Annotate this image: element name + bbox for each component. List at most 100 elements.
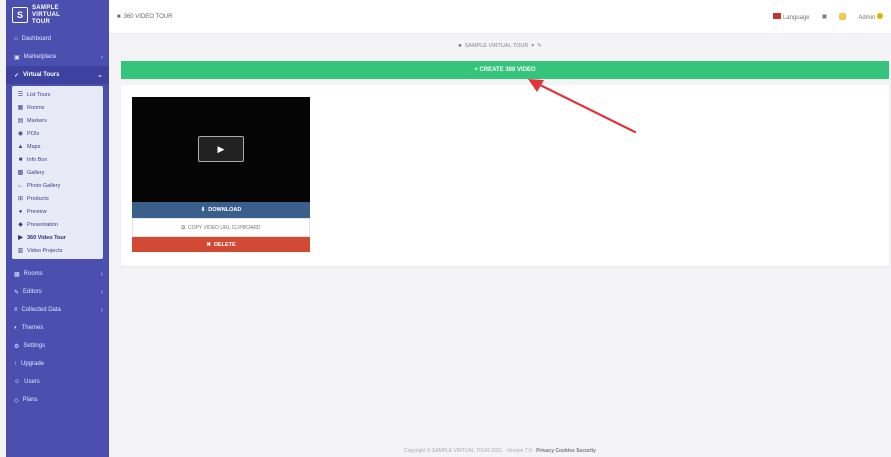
submenu-item-label: Rooms — [27, 104, 45, 111]
presentation-icon: ◆ — [18, 222, 23, 228]
sidebar-item-themes[interactable]: ◐ Themes — [6, 319, 109, 337]
sidebar-item-editors[interactable]: ✎ Editors › — [6, 283, 109, 301]
download-button[interactable]: ⬇ DOWNLOAD — [132, 202, 310, 218]
sidebar-item-label: Plans — [22, 397, 38, 403]
video-icon: ■ — [117, 13, 121, 20]
submenu-item-label: List Tours — [27, 91, 51, 98]
preview-icon: ● — [18, 208, 23, 215]
brand-name: SAMPLE VIRTUAL TOUR — [32, 5, 60, 26]
submenu-item-markers[interactable]: ▤ Markers — [12, 114, 103, 127]
brand-line-2: VIRTUAL — [32, 11, 61, 18]
brand-line-1: SAMPLE — [32, 4, 59, 11]
language-selector[interactable]: Language — [773, 12, 810, 21]
sidebar-item-label: Rooms — [23, 271, 43, 277]
sidebar-item-label: Themes — [21, 325, 44, 331]
footer-link-privacy[interactable]: Privacy — [536, 448, 554, 454]
brand-line-3: TOUR — [32, 18, 51, 25]
footer-link-cookies[interactable]: Cookies — [555, 448, 574, 454]
chevron-down-icon: ▾ — [531, 43, 535, 49]
sidebar-item-label: Virtual Tours — [23, 72, 60, 78]
sidebar-item-dashboard[interactable]: ⌂ Dashboard — [6, 30, 109, 48]
copy-url-button[interactable]: ⧉ COPY VIDEO URL CLIPBOARD — [132, 218, 310, 237]
submenu-item-preview[interactable]: ● Preview — [12, 205, 103, 218]
tour-selector-label: SAMPLE VIRTUAL TOUR — [464, 43, 529, 49]
page-title: ■ 360 VIDEO TOUR — [117, 14, 172, 20]
copy-url-label: COPY VIDEO URL CLIPBOARD — [188, 224, 261, 231]
marker-icon: ▤ — [17, 118, 24, 124]
play-button[interactable]: ▶ — [198, 136, 244, 162]
edit-icon: ✎ — [14, 289, 20, 296]
tour-selector[interactable]: ■ SAMPLE VIRTUAL TOUR ▾ ✎ — [109, 34, 891, 58]
sidebar-item-plans[interactable]: ◇ Plans — [6, 391, 109, 409]
top-bar-actions: Language ▣ Admin — [773, 12, 883, 21]
submenu-item-gallery[interactable]: ▩ Gallery — [12, 166, 103, 179]
footer: Copyright © SAMPLE VIRTUAL TOUR 2021 - V… — [109, 448, 891, 454]
sidebar-item-virtual-tours[interactable]: ✓ Virtual Tours ⌄ — [6, 66, 109, 84]
sidebar-item-rooms[interactable]: ▦ Rooms › — [6, 265, 109, 283]
delete-button[interactable]: ✖ DELETE — [132, 237, 310, 252]
notifications-icon[interactable]: ▣ — [822, 13, 828, 20]
chevron-right-icon: › — [100, 306, 103, 314]
play-icon: ▶ — [217, 143, 225, 154]
sidebar-item-settings[interactable]: ⚙ Settings — [6, 337, 109, 355]
submenu-item-products[interactable]: ⊞ Products — [12, 192, 103, 205]
theme-icon: ◐ — [14, 325, 18, 331]
sidebar-item-label: Marketplace — [23, 54, 57, 60]
submenu-item-list-tours[interactable]: ☰ List Tours — [12, 88, 103, 101]
copy-icon: ⧉ — [181, 224, 186, 231]
brand-logo: S — [12, 7, 28, 23]
plans-icon: ◇ — [14, 397, 19, 404]
submenu-item-rooms[interactable]: ▦ Rooms — [12, 101, 103, 114]
list-icon: ☰ — [17, 92, 24, 98]
submenu-item-label: Preview — [27, 208, 47, 215]
user-menu[interactable]: Admin — [858, 12, 883, 21]
sidebar-item-users[interactable]: ☺ Users — [6, 373, 109, 391]
upgrade-icon: ↑ — [14, 361, 17, 367]
sidebar-item-label: Upgrade — [21, 361, 45, 367]
sidebar-item-marketplace[interactable]: ▣ Marketplace › — [6, 48, 109, 66]
poi-icon: ◉ — [17, 131, 24, 137]
language-label: Language — [782, 14, 810, 21]
chevron-right-icon: › — [100, 288, 103, 296]
room-icon: ▦ — [17, 105, 24, 111]
submenu-item-pois[interactable]: ◉ POIs — [12, 127, 103, 140]
submenu-item-presentation[interactable]: ◆ Presentation — [12, 218, 103, 231]
video-icon: ▶ — [18, 235, 23, 241]
sidebar-item-collected-data[interactable]: ≡ Collected Data › — [6, 301, 109, 319]
submenu-item-video-projects[interactable]: ▥ Video Projects — [12, 244, 103, 257]
trash-icon: ✖ — [206, 241, 211, 248]
sidebar: S SAMPLE VIRTUAL TOUR ⌂ Dashboard ▣ Mark… — [6, 0, 109, 457]
sidebar-item-label: Collected Data — [21, 307, 61, 313]
create-360-video-button[interactable]: + CREATE 360 VIDEO — [121, 61, 889, 79]
submenu-item-info-box[interactable]: ■ Info Box — [12, 153, 103, 166]
photo-icon: ∟ — [17, 182, 24, 189]
submenu-item-label: Info Box — [27, 156, 48, 163]
submenu-item-label: Presentation — [27, 221, 58, 228]
submenu-item-label: POIs — [27, 130, 40, 137]
submenu-item-maps[interactable]: ▲ Maps — [12, 140, 103, 153]
virtual-tours-submenu: ☰ List Tours ▦ Rooms ▤ Markers ◉ POIs ▲ Maps … — [12, 86, 103, 259]
edit-icon[interactable]: ✎ — [537, 43, 542, 49]
sidebar-item-upgrade[interactable]: ↑ Upgrade — [6, 355, 109, 373]
flag-icon — [773, 12, 782, 19]
store-icon: ▣ — [14, 54, 20, 61]
chevron-right-icon: › — [100, 53, 103, 61]
video-tile: ▶ ⬇ DOWNLOAD ⧉ COPY VIDEO URL CLIPBOARD … — [132, 97, 310, 252]
video-player[interactable]: ▶ — [132, 97, 310, 202]
sidebar-item-label: Dashboard — [21, 36, 51, 42]
footer-link-security[interactable]: Security — [576, 448, 596, 454]
user-name: Admin — [858, 14, 876, 21]
video-list-card: ▶ ⬇ DOWNLOAD ⧉ COPY VIDEO URL CLIPBOARD … — [121, 85, 889, 266]
submenu-item-photo-gallery[interactable]: ∟ Photo Gallery — [12, 179, 103, 192]
download-label: DOWNLOAD — [208, 207, 242, 213]
footer-copyright: Copyright © SAMPLE VIRTUAL TOUR 2021 - V… — [404, 448, 535, 454]
brand[interactable]: S SAMPLE VIRTUAL TOUR — [6, 0, 109, 30]
data-icon: ≡ — [14, 307, 18, 313]
gallery-icon: ▩ — [17, 170, 24, 176]
tour-icon: ■ — [458, 43, 462, 49]
alert-icon[interactable] — [839, 13, 847, 20]
submenu-item-label: Markers — [27, 117, 47, 124]
avatar — [877, 12, 883, 19]
film-icon: ▥ — [17, 248, 24, 254]
submenu-item-360-video-tour[interactable]: ▶ 360 Video Tour — [12, 231, 103, 244]
